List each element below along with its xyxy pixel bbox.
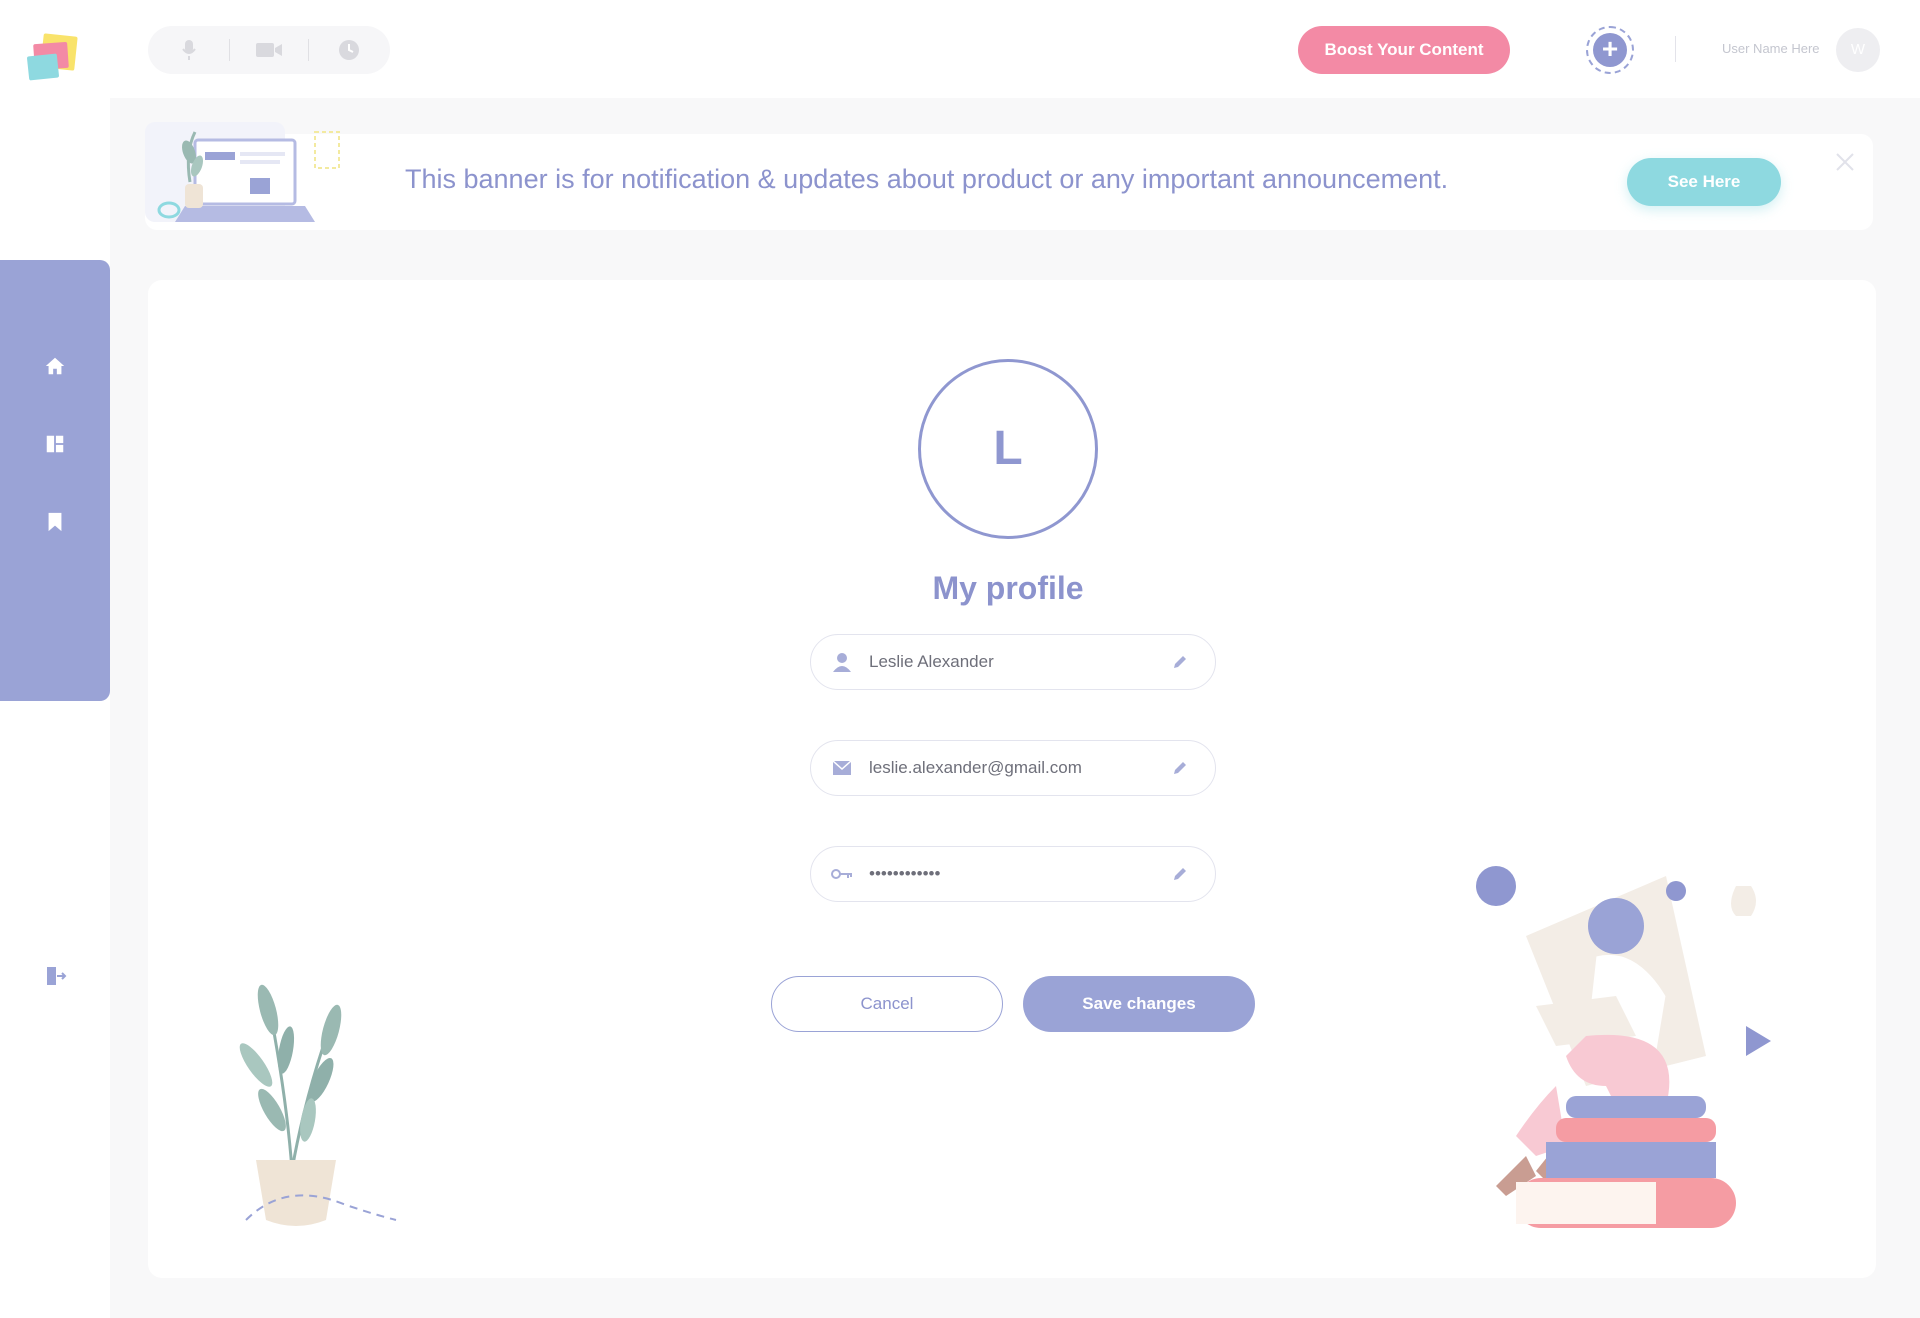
- close-icon[interactable]: [1833, 150, 1857, 174]
- email-input[interactable]: [869, 758, 1169, 778]
- see-here-button[interactable]: See Here: [1627, 158, 1781, 206]
- microphone-icon[interactable]: [174, 35, 204, 65]
- password-field[interactable]: [810, 846, 1216, 902]
- announcement-banner: This banner is for notification & update…: [145, 122, 1873, 230]
- name-field[interactable]: [810, 634, 1216, 690]
- add-button[interactable]: +: [1586, 26, 1634, 74]
- home-icon[interactable]: [41, 352, 69, 380]
- logout-icon[interactable]: [41, 962, 69, 990]
- laptop-illustration: [145, 122, 345, 238]
- media-controls: [148, 26, 390, 74]
- email-field[interactable]: [810, 740, 1216, 796]
- pencil-icon[interactable]: [1169, 863, 1191, 885]
- clock-icon[interactable]: [334, 35, 364, 65]
- user-name[interactable]: User Name Here: [1722, 41, 1820, 56]
- top-bar: Boost Your Content + User Name Here W: [110, 0, 1920, 98]
- profile-avatar[interactable]: L: [918, 359, 1098, 539]
- password-input[interactable]: [869, 864, 1169, 884]
- user-icon: [831, 651, 853, 673]
- save-changes-button[interactable]: Save changes: [1023, 976, 1255, 1032]
- pencil-icon[interactable]: [1169, 651, 1191, 673]
- cancel-button[interactable]: Cancel: [771, 976, 1003, 1032]
- user-avatar[interactable]: W: [1836, 28, 1880, 72]
- key-icon: [831, 863, 853, 885]
- separator: [308, 39, 310, 61]
- reading-girl-illustration: [1466, 856, 1796, 1230]
- profile-card: L My profile Cancel Save changes: [148, 280, 1876, 1278]
- banner-message: This banner is for notification & update…: [405, 164, 1449, 194]
- separator: [1675, 36, 1676, 62]
- pencil-icon[interactable]: [1169, 757, 1191, 779]
- name-input[interactable]: [869, 652, 1169, 672]
- mail-icon: [831, 757, 853, 779]
- app-logo[interactable]: [26, 33, 80, 83]
- plus-icon: +: [1593, 33, 1627, 67]
- bookmark-icon[interactable]: [41, 508, 69, 536]
- nav-panel: [0, 260, 110, 701]
- dashboard-icon[interactable]: [41, 430, 69, 458]
- boost-content-button[interactable]: Boost Your Content: [1298, 26, 1510, 74]
- left-sidebar: [0, 0, 110, 1318]
- video-camera-icon[interactable]: [254, 35, 284, 65]
- separator: [228, 39, 230, 61]
- plant-illustration: [226, 970, 426, 1240]
- page-title: My profile: [932, 570, 1084, 606]
